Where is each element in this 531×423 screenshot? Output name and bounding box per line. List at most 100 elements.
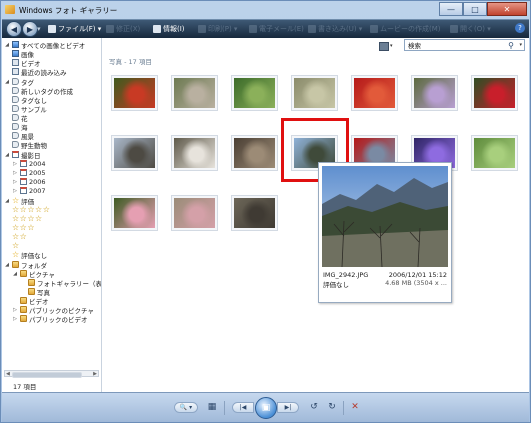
previous-button[interactable]: |◀ bbox=[232, 402, 254, 413]
folder-icon bbox=[20, 297, 27, 304]
email-icon bbox=[249, 25, 257, 33]
minimize-button[interactable]: — bbox=[439, 2, 463, 16]
view-size-control[interactable]: ▾ bbox=[379, 41, 399, 51]
info-button[interactable]: 情報(I) bbox=[153, 23, 185, 35]
thumbnail-image bbox=[234, 78, 275, 108]
tree-date-taken[interactable]: ◢ 撮影日 bbox=[4, 150, 41, 160]
tree-no-rating[interactable]: ☆ 評価なし bbox=[12, 250, 48, 260]
dropdown-arrow-icon: ▾ bbox=[390, 43, 393, 49]
rotate-left-icon[interactable]: ↺ bbox=[308, 401, 320, 413]
email-button[interactable]: 電子メール(E) bbox=[249, 23, 304, 35]
tree-year-2006[interactable]: ▷ 2006 bbox=[12, 177, 46, 186]
tree-label: 評価 bbox=[21, 197, 35, 206]
tree-label: 評価なし bbox=[21, 251, 48, 260]
thumbnail-image bbox=[234, 198, 275, 228]
delete-icon[interactable]: ✕ bbox=[349, 401, 361, 413]
tree-rating-4[interactable]: ☆☆☆☆ bbox=[12, 214, 43, 223]
burn-menu[interactable]: 書き込み(U) ▾ bbox=[308, 23, 362, 35]
thumbnail-image bbox=[174, 78, 215, 108]
tree-label: パブリックのビデオ bbox=[29, 315, 88, 324]
scroll-left-icon[interactable]: ◀ bbox=[6, 371, 10, 377]
folder-icon bbox=[20, 306, 27, 313]
four-star-icon: ☆☆☆☆ bbox=[12, 214, 43, 223]
rotate-right-icon[interactable]: ↻ bbox=[326, 401, 338, 413]
tree-rating[interactable]: ◢ ☆ 評価 bbox=[4, 196, 35, 206]
next-button[interactable]: ▶| bbox=[277, 402, 299, 413]
photo-thumbnail-red-flowers[interactable] bbox=[351, 75, 398, 111]
photo-thumbnail-pink-blossom[interactable] bbox=[171, 195, 218, 231]
scroll-right-icon[interactable]: ▶ bbox=[93, 371, 97, 377]
photo-thumbnail-red-berries[interactable] bbox=[111, 75, 158, 111]
tree-tag-sample[interactable]: サンプル bbox=[12, 104, 47, 114]
tree-rating-2[interactable]: ☆☆ bbox=[12, 232, 27, 241]
expand-icon: ◢ bbox=[5, 261, 9, 268]
preview-rating: 評価なし bbox=[323, 281, 349, 289]
thumbnail-image bbox=[354, 78, 395, 108]
search-dropdown-icon[interactable]: ▾ bbox=[519, 42, 522, 48]
help-button[interactable]: ? bbox=[515, 23, 525, 33]
info-icon bbox=[153, 25, 161, 33]
photo-thumbnail-pine-cone[interactable] bbox=[231, 135, 278, 171]
title-bar: Windows フォト ギャラリー — □ ✕ bbox=[1, 1, 530, 19]
tree-rating-1[interactable]: ☆ bbox=[12, 241, 20, 250]
folder-icon bbox=[20, 315, 27, 322]
separator bbox=[224, 401, 225, 415]
photo-thumbnail-dry-grass[interactable] bbox=[291, 75, 338, 111]
expand-icon: ◢ bbox=[5, 151, 9, 158]
navigation-pane: ◢ すべての画像とビデオ 画像 ビデオ 最近の読み込み ◢ タグ 新しいタグの作… bbox=[2, 38, 102, 392]
zoom-control[interactable]: 🔍 ▾ bbox=[174, 402, 198, 413]
tree-folder-public-videos[interactable]: ▷ パブリックのビデオ bbox=[12, 314, 88, 324]
photo-thumbnail-bare-tree[interactable] bbox=[111, 135, 158, 171]
tree-all-photos-videos[interactable]: ◢ すべての画像とビデオ bbox=[4, 40, 85, 50]
open-menu[interactable]: 開く(O) ▾ bbox=[450, 23, 491, 35]
maximize-button[interactable]: □ bbox=[463, 2, 487, 16]
tree-rating-3[interactable]: ☆☆☆ bbox=[12, 223, 35, 232]
content-area: ◢ すべての画像とビデオ 画像 ビデオ 最近の読み込み ◢ タグ 新しいタグの作… bbox=[2, 38, 529, 392]
close-button[interactable]: ✕ bbox=[487, 2, 527, 16]
open-icon bbox=[450, 25, 458, 33]
sidebar-horizontal-scrollbar[interactable]: ◀ ▶ bbox=[4, 370, 99, 378]
expand-icon: ◢ bbox=[5, 78, 9, 85]
photo-thumbnail-purple-flowers[interactable] bbox=[411, 75, 458, 111]
item-count: 17 項目 bbox=[13, 383, 37, 391]
photo-thumbnail-flowers-branch[interactable] bbox=[171, 75, 218, 111]
photo-gallery-window: Windows フォト ギャラリー — □ ✕ ◀ ▶ ▾ ファイル(F) ▾ … bbox=[0, 0, 531, 423]
tag-icon bbox=[12, 132, 19, 139]
tree-year-2007[interactable]: ▷ 2007 bbox=[12, 186, 45, 195]
forward-button[interactable]: ▶ bbox=[22, 21, 38, 37]
slideshow-button[interactable]: ▣ bbox=[255, 397, 277, 419]
search-box[interactable]: 検索 ⚲ ▾ bbox=[404, 39, 525, 51]
print-menu[interactable]: 印刷(P) ▾ bbox=[198, 23, 237, 35]
tree-tag-wildlife[interactable]: 野生動物 bbox=[12, 140, 47, 150]
print-icon bbox=[198, 25, 206, 33]
search-icon[interactable]: ⚲ bbox=[508, 41, 514, 50]
group-header: 写真 - 17 項目 bbox=[109, 58, 152, 66]
tree-label: 2006 bbox=[29, 177, 46, 186]
tree-year-2004[interactable]: ▷ 2004 bbox=[12, 159, 45, 168]
photo-thumbnail-pink-buds[interactable] bbox=[111, 195, 158, 231]
photo-thumbnail-white-flower[interactable] bbox=[171, 135, 218, 171]
tag-icon bbox=[12, 123, 19, 130]
thumbnail-image bbox=[294, 78, 335, 108]
tree-recent-imports[interactable]: 最近の読み込み bbox=[12, 67, 67, 77]
photo-thumbnail-pine-cone-2[interactable] bbox=[231, 195, 278, 231]
photo-thumbnail-green-bud[interactable] bbox=[471, 135, 518, 171]
thumbnail-image bbox=[234, 138, 275, 168]
back-button[interactable]: ◀ bbox=[6, 21, 22, 37]
thumbnail-pane: ▾ 検索 ⚲ ▾ 写真 - 17 項目 IMG_2942.JPG 2006/12… bbox=[102, 38, 529, 392]
photo-thumbnail-green-leaves[interactable] bbox=[231, 75, 278, 111]
scrollbar-thumb[interactable] bbox=[12, 372, 82, 378]
three-star-icon: ☆☆☆ bbox=[12, 223, 36, 232]
photo-thumbnail-red-camellia[interactable] bbox=[471, 75, 518, 111]
movie-icon bbox=[370, 25, 378, 33]
thumbnail-image bbox=[414, 78, 455, 108]
file-menu[interactable]: ファイル(F) ▾ bbox=[48, 23, 101, 35]
fix-button[interactable]: 修正(X) bbox=[106, 23, 140, 35]
tree-rating-5[interactable]: ☆☆☆☆☆ bbox=[12, 205, 50, 214]
tag-icon bbox=[12, 78, 19, 85]
actual-size-icon[interactable]: ▦ bbox=[206, 401, 218, 413]
tree-year-2005[interactable]: ▷ 2005 bbox=[12, 168, 45, 177]
nav-history-dropdown[interactable]: ▾ bbox=[37, 23, 41, 35]
expand-icon: ▷ bbox=[13, 315, 17, 322]
make-movie-button[interactable]: ムービーの作成(M) bbox=[370, 23, 441, 35]
